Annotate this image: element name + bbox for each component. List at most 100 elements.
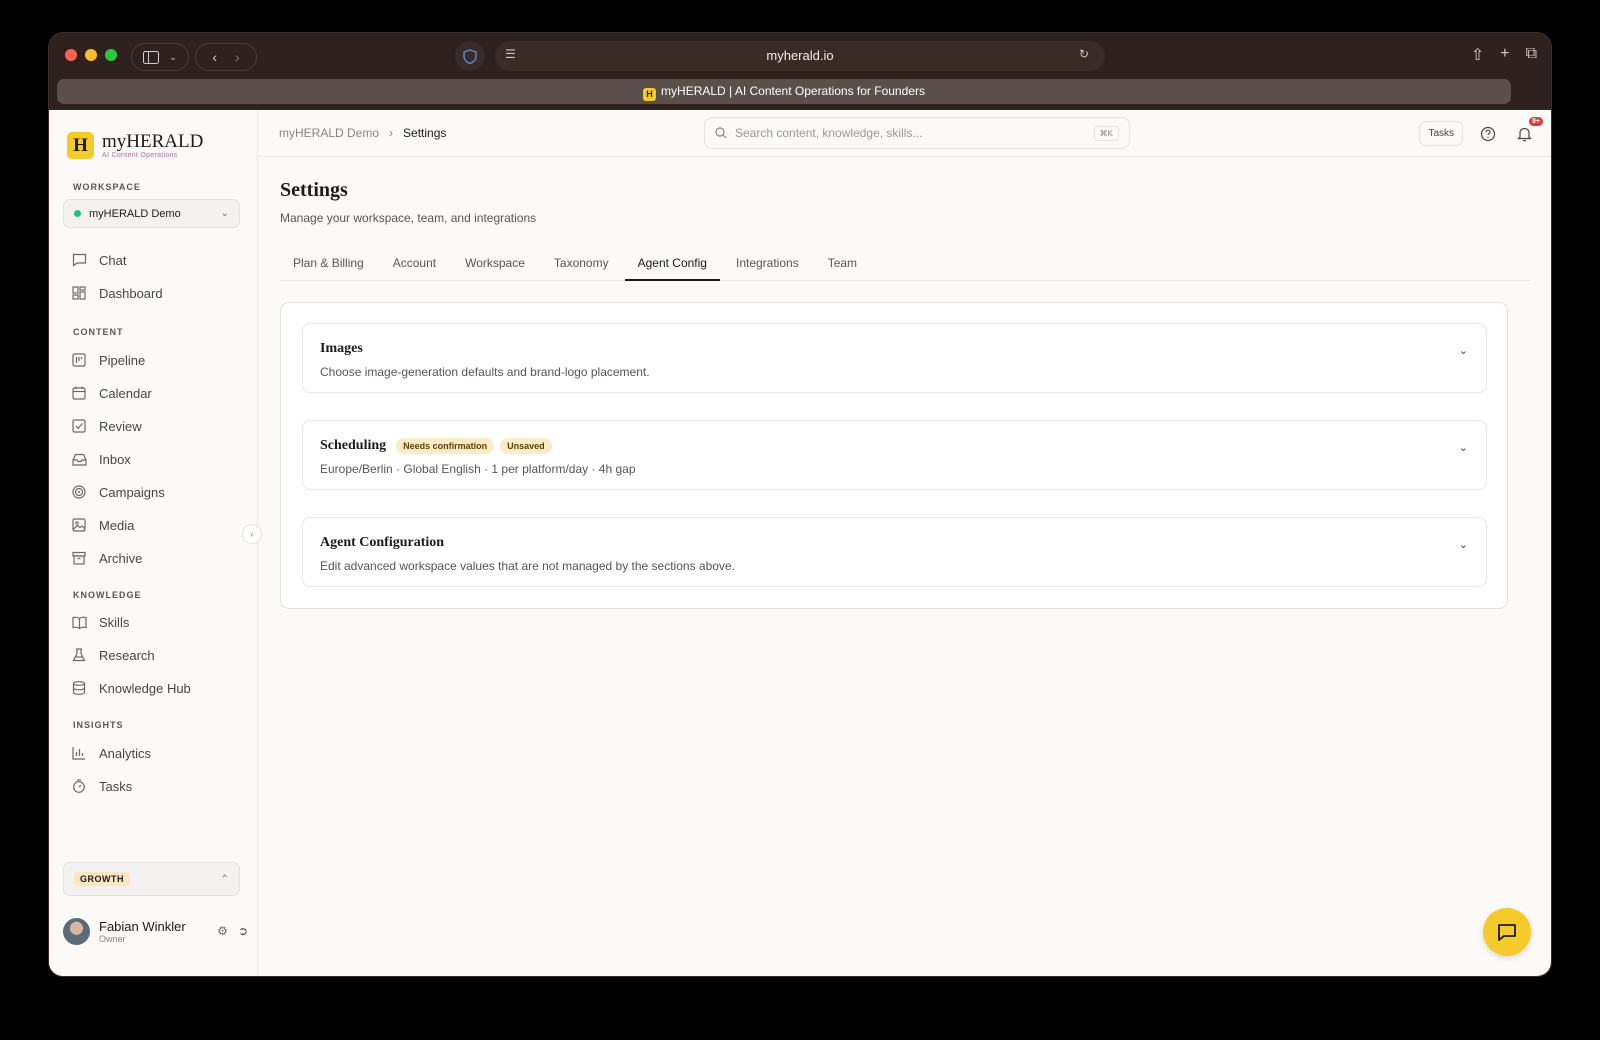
sidebar-item-label: Chat — [99, 252, 127, 268]
status-dot-icon — [74, 210, 81, 217]
section-description: Europe/Berlin · Global English · 1 per p… — [320, 462, 636, 476]
chevron-left-icon: ‹ — [250, 529, 254, 539]
scheduling-section[interactable]: Scheduling Needs confirmation Unsaved Eu… — [302, 420, 1487, 490]
tab-agent-config[interactable]: Agent Config — [624, 246, 720, 281]
sidebar-item-analytics[interactable]: Analytics — [71, 741, 151, 765]
sidebar-item-label: Calendar — [99, 385, 152, 401]
sidebar-item-label: Pipeline — [99, 352, 146, 368]
settings-gear-icon[interactable]: ⚙ — [217, 924, 228, 938]
chevron-down-icon[interactable]: ⌄ — [1459, 441, 1468, 454]
sidebar-item-label: Review — [99, 418, 142, 434]
sidebar-item-calendar[interactable]: Calendar — [71, 381, 152, 405]
window-controls — [65, 49, 117, 61]
chevron-down-icon[interactable]: ⌄ — [1459, 344, 1468, 357]
bar-chart-icon — [71, 745, 87, 761]
brand-tagline: AI Content Operations — [102, 151, 178, 159]
logo-mark: H — [67, 132, 94, 159]
tab-taxonomy[interactable]: Taxonomy — [541, 246, 622, 281]
workspace-selector[interactable]: myHERALD Demo ⌄ — [63, 199, 240, 228]
user-name: Fabian Winkler — [99, 918, 186, 934]
tab-workspace[interactable]: Workspace — [452, 246, 538, 281]
tab-team[interactable]: Team — [815, 246, 870, 281]
page-title: Settings — [280, 179, 348, 201]
calendar-icon — [71, 385, 87, 401]
minimize-window-button[interactable] — [85, 49, 97, 61]
brand-logo[interactable]: H myHERALD AI Content Operations — [67, 132, 203, 159]
tab-integrations[interactable]: Integrations — [723, 246, 812, 281]
sidebar-item-chat[interactable]: Chat — [71, 248, 126, 272]
shield-icon — [463, 48, 477, 64]
sidebar-item-label: Dashboard — [99, 285, 163, 301]
browser-chrome: ⌄ ‹ › ☰ myherald.io ↻ ⇧ + ⧉ HmyHERALD | … — [49, 33, 1551, 110]
history-nav: ‹ › — [195, 43, 257, 71]
tab-plan-billing[interactable]: Plan & Billing — [280, 246, 377, 281]
notification-count-badge: 9+ — [1529, 116, 1543, 126]
privacy-shield-button[interactable] — [455, 41, 485, 71]
tab-account[interactable]: Account — [380, 246, 449, 281]
agent-config-panel: Images Choose image-generation defaults … — [280, 302, 1508, 609]
book-icon — [71, 614, 87, 630]
breadcrumb-root[interactable]: myHERALD Demo — [279, 126, 379, 140]
url-text: myherald.io — [766, 48, 834, 63]
sidebar-item-campaigns[interactable]: Campaigns — [71, 480, 165, 504]
tasks-button[interactable]: Tasks — [1419, 121, 1463, 146]
logout-icon[interactable]: ➲ — [238, 924, 248, 938]
sidebar-item-media[interactable]: Media — [71, 513, 134, 537]
search-input[interactable]: Search content, knowledge, skills... ⌘K — [704, 117, 1130, 149]
maximize-window-button[interactable] — [105, 49, 117, 61]
images-section[interactable]: Images Choose image-generation defaults … — [302, 323, 1487, 393]
settings-tabs: Plan & Billing Account Workspace Taxonom… — [280, 246, 1531, 281]
sidebar-toggle-button[interactable]: ⌄ — [131, 43, 189, 71]
sidebar-item-tasks[interactable]: Tasks — [71, 774, 132, 798]
sidebar-item-label: Analytics — [99, 745, 152, 761]
dashboard-icon — [71, 285, 87, 301]
notifications-bell-icon[interactable]: 9+ — [1513, 116, 1543, 145]
sidebar-item-label: Archive — [99, 550, 143, 566]
workspace-name: myHERALD Demo — [89, 207, 181, 220]
sidebar-item-label: Research — [99, 647, 155, 663]
breadcrumb-current: Settings — [403, 126, 447, 140]
new-tab-icon[interactable]: + — [1500, 45, 1509, 65]
sidebar-item-inbox[interactable]: Inbox — [71, 447, 131, 471]
target-icon — [71, 484, 87, 500]
sidebar-item-dashboard[interactable]: Dashboard — [71, 281, 163, 305]
forward-icon[interactable]: › — [235, 49, 240, 65]
sidebar-item-skills[interactable]: Skills — [71, 610, 129, 634]
chevron-down-icon: ⌄ — [220, 208, 229, 219]
breadcrumb-separator-icon: › — [389, 126, 394, 140]
search-placeholder: Search content, knowledge, skills... — [735, 126, 923, 140]
chat-bubble-icon — [1498, 923, 1516, 941]
browser-tab[interactable]: HmyHERALD | AI Content Operations for Fo… — [57, 79, 1511, 104]
sidebar-item-pipeline[interactable]: Pipeline — [71, 348, 145, 372]
tabs-overview-icon[interactable]: ⧉ — [1526, 45, 1537, 65]
sidebar-item-archive[interactable]: Archive — [71, 546, 142, 570]
chevron-down-icon[interactable]: ⌄ — [1459, 538, 1468, 551]
plan-selector[interactable]: GROWTH ⌃ — [63, 862, 240, 896]
image-icon — [71, 517, 87, 533]
section-title: Images — [320, 341, 363, 356]
back-icon[interactable]: ‹ — [212, 49, 217, 65]
address-bar[interactable]: ☰ myherald.io ↻ — [495, 41, 1105, 71]
user-profile: Fabian Winkler Owner ⚙ ➲ — [63, 915, 248, 947]
chevron-down-icon: ⌄ — [169, 51, 177, 62]
help-icon[interactable] — [1477, 123, 1499, 145]
database-icon — [71, 680, 87, 696]
avatar[interactable] — [63, 917, 90, 945]
section-description: Edit advanced workspace values that are … — [320, 559, 735, 573]
insights-section-label: INSIGHTS — [73, 720, 124, 730]
sidebar-item-label: Knowledge Hub — [99, 680, 191, 696]
timer-icon — [71, 778, 87, 794]
agent-configuration-section[interactable]: Agent Configuration Edit advanced worksp… — [302, 517, 1487, 587]
search-shortcut: ⌘K — [1093, 125, 1119, 141]
sidebar-item-review[interactable]: Review — [71, 414, 142, 438]
sidebar-item-research[interactable]: Research — [71, 643, 155, 667]
share-icon[interactable]: ⇧ — [1471, 45, 1484, 65]
main-content: myHERALD Demo › Settings Search content,… — [258, 110, 1551, 976]
reload-icon[interactable]: ↻ — [1079, 47, 1093, 61]
search-icon — [715, 127, 727, 139]
sidebar-item-knowledge-hub[interactable]: Knowledge Hub — [71, 676, 191, 700]
inbox-icon — [71, 451, 87, 467]
close-window-button[interactable] — [65, 49, 77, 61]
chat-fab-button[interactable] — [1483, 908, 1531, 956]
sidebar-item-label: Skills — [99, 614, 130, 630]
